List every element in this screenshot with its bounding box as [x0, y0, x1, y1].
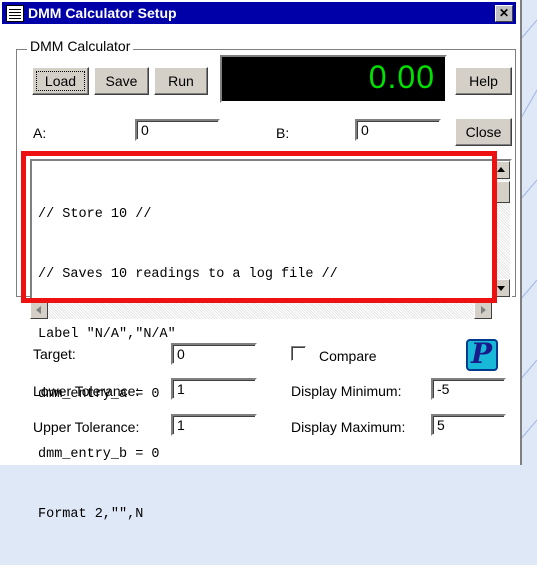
arrow-right-icon [481, 306, 486, 314]
compare-label[interactable]: Compare [319, 348, 377, 364]
app-menu-icon[interactable] [6, 5, 24, 22]
arrow-up-icon [497, 167, 505, 172]
display-minimum-input[interactable]: -5 [431, 378, 506, 400]
b-label: B: [276, 125, 290, 141]
load-button[interactable]: Load [32, 67, 89, 95]
scroll-right-button[interactable] [474, 301, 492, 319]
target-input[interactable]: 0 [171, 343, 257, 365]
upper-tolerance-label: Upper Tolerance: [33, 419, 140, 435]
title-bar: DMM Calculator Setup ✕ [2, 2, 516, 24]
script-lines: // Store 10 // // Saves 10 readings to a… [38, 165, 486, 565]
dmm-readout: 0.00 [368, 59, 435, 95]
scroll-up-button[interactable] [492, 161, 510, 179]
arrow-down-icon [497, 286, 505, 291]
a-label: A: [33, 125, 47, 141]
script-line: Label "N/A","N/A" [38, 327, 176, 342]
b-input[interactable]: 0 [355, 119, 441, 141]
lower-tolerance-input[interactable]: 1 [171, 378, 257, 400]
display-maximum-input[interactable]: 5 [431, 414, 506, 436]
target-label: Target: [33, 346, 76, 362]
window-title: DMM Calculator Setup [28, 5, 177, 21]
run-button[interactable]: Run [154, 67, 208, 95]
vertical-scrollbar[interactable] [492, 161, 510, 297]
script-line: Format 2,"",N [38, 507, 144, 522]
script-editor[interactable]: // Store 10 // // Saves 10 readings to a… [30, 159, 512, 522]
display-minimum-label: Display Minimum: [291, 383, 402, 399]
close-button[interactable]: Close [455, 118, 512, 146]
script-line: // Store 10 // [38, 207, 152, 222]
compare-checkbox[interactable] [291, 346, 306, 361]
p-logo-icon: P [466, 337, 498, 371]
dmm-display: 0.00 [220, 55, 447, 103]
scroll-left-button[interactable] [30, 301, 48, 319]
a-input[interactable]: 0 [135, 119, 220, 141]
horizontal-scrollbar[interactable] [30, 301, 492, 319]
display-maximum-label: Display Maximum: [291, 419, 406, 435]
arrow-left-icon [36, 306, 41, 314]
upper-tolerance-input[interactable]: 1 [171, 414, 257, 436]
lower-tolerance-label: Lower Tolerance: [33, 383, 140, 399]
script-line: // Saves 10 readings to a log file // [38, 267, 338, 282]
logo-glyph: P [471, 337, 493, 370]
group-legend: DMM Calculator [27, 38, 134, 54]
help-button[interactable]: Help [455, 67, 512, 95]
vertical-scroll-thumb[interactable] [492, 181, 510, 203]
script-line: dmm_entry_b = 0 [38, 447, 160, 462]
save-button[interactable]: Save [94, 67, 149, 95]
dmm-calculator-dialog: DMM Calculator Setup ✕ DMM Calculator Lo… [0, 0, 522, 522]
scroll-down-button[interactable] [492, 279, 510, 297]
window-close-button[interactable]: ✕ [495, 5, 513, 22]
